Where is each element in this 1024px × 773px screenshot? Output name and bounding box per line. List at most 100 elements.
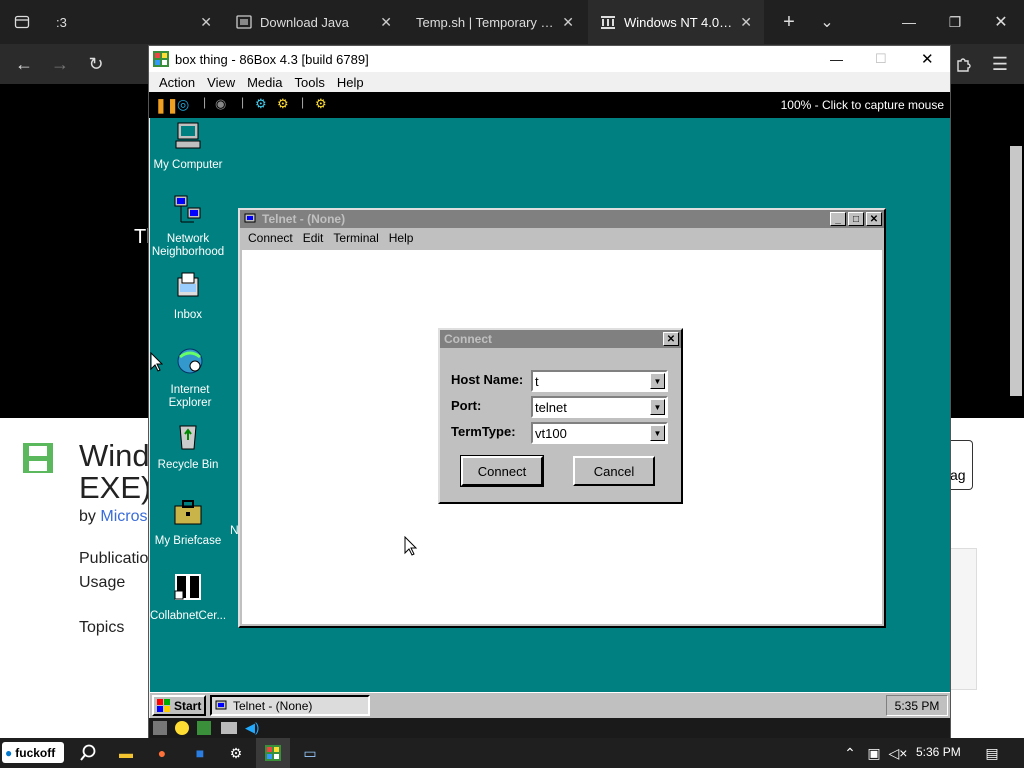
desktop-icon-my-briefcase[interactable]: My Briefcase [150, 496, 228, 548]
settings-button[interactable]: ⚙ [226, 743, 246, 763]
host-name-field[interactable]: t ▼ [531, 370, 668, 392]
tab-list-button[interactable]: ⌄ [804, 0, 850, 44]
tab-0[interactable]: :3 ✕ [44, 0, 224, 44]
arrow-right-icon: → [51, 53, 69, 74]
minimize-icon: _ [835, 213, 841, 225]
cdrom-drive-icon[interactable] [175, 721, 189, 735]
back-button[interactable]: ← [6, 44, 42, 84]
host-start-button[interactable]: ● fuckoff [2, 742, 64, 763]
termtype-field[interactable]: vt100 ▼ [531, 422, 668, 444]
machine-settings-icon[interactable]: ⚙ [315, 96, 327, 112]
emulator-maximize-button[interactable]: ☐ [875, 51, 887, 67]
telnet-menu-help[interactable]: Help [389, 231, 414, 245]
termtype-value: vt100 [535, 425, 567, 441]
flag-button[interactable]: ag [950, 440, 973, 490]
host-dropdown-button[interactable]: ▼ [650, 373, 665, 389]
desktop-icon-recycle-bin[interactable]: Recycle Bin [150, 420, 228, 472]
menu-action[interactable]: Action [159, 75, 195, 90]
menu-view[interactable]: View [207, 75, 235, 90]
network-tray-icon[interactable]: ▣ [864, 743, 884, 763]
connect-title: Connect [444, 332, 492, 346]
volume-tray-icon[interactable]: ◁× [888, 743, 908, 763]
port-field[interactable]: telnet ▼ [531, 396, 668, 418]
connect-button-label: Connect [477, 463, 527, 479]
icon-label: Recycle Bin [157, 459, 219, 471]
tab-0-close-icon[interactable]: ✕ [200, 14, 212, 31]
86box-task-button[interactable] [256, 738, 290, 768]
telnet-menu-connect[interactable]: Connect [248, 231, 293, 245]
settings-gear-icon[interactable]: ⚙ [255, 96, 267, 112]
emulated-screen[interactable]: My Computer Network Neighborhood Inbox I… [150, 118, 950, 718]
nt-start-label: Start [174, 698, 202, 713]
desktop-icon-collabnet[interactable]: CollabnetCer... [150, 571, 228, 623]
maximize-button[interactable]: ❐ [932, 0, 978, 44]
menu-button[interactable]: ☰ [982, 44, 1018, 84]
telnet-maximize-button[interactable]: □ [848, 212, 864, 226]
desktop-icon-network-neighborhood[interactable]: Network Neighborhood [150, 194, 228, 259]
reload-button[interactable]: ↻ [78, 44, 114, 84]
ctrl-alt-del-icon[interactable]: ◉ [215, 96, 226, 112]
emulator-title-bar: box thing - 86Box 4.3 [build 6789] — ☐ ✕ [149, 46, 950, 72]
minimize-button[interactable]: — [886, 0, 932, 44]
termtype-dropdown-button[interactable]: ▼ [650, 425, 665, 441]
emulator-close-button[interactable]: ✕ [921, 50, 934, 68]
menu-media[interactable]: Media [247, 75, 282, 90]
telnet-menu-edit[interactable]: Edit [303, 231, 324, 245]
firefox-icon: ● [157, 745, 167, 761]
nt-start-button[interactable]: Start [152, 695, 206, 716]
network-status-icon[interactable] [197, 721, 211, 735]
menu-tools[interactable]: Tools [295, 75, 325, 90]
desktop-icon-inbox[interactable]: Inbox [150, 270, 228, 322]
cancel-button[interactable]: Cancel [573, 456, 655, 486]
icon-label-line2: Explorer [168, 397, 212, 409]
port-dropdown-button[interactable]: ▼ [650, 399, 665, 415]
close-window-button[interactable]: ✕ [978, 0, 1024, 44]
search-button[interactable] [78, 743, 98, 763]
emulator-status-bar: ◀) [149, 718, 950, 740]
mouse-pointer-icon [404, 536, 418, 556]
connect-button[interactable]: Connect [460, 455, 544, 487]
file-explorer-button[interactable]: ▬ [116, 743, 136, 763]
sound-gear-icon[interactable]: ⚙ [277, 96, 289, 112]
notifications-button[interactable]: ▤ [982, 743, 1002, 763]
desktop-icon-my-computer[interactable]: My Computer [150, 120, 228, 172]
folder-icon: ▬ [119, 745, 133, 761]
outlook-button[interactable]: ■ [190, 743, 210, 763]
tab-2-close-icon[interactable]: ✕ [562, 14, 574, 31]
host-name-value: t [535, 373, 539, 389]
tab-1-close-icon[interactable]: ✕ [380, 14, 392, 31]
network-icon [174, 195, 201, 223]
connect-close-button[interactable]: ✕ [663, 332, 679, 346]
telnet-close-button[interactable]: ✕ [866, 212, 882, 226]
nt-taskbar: Start Telnet - (None) 5:35 PM [150, 692, 950, 718]
muted-speaker-icon: ◁× [888, 744, 908, 761]
java-page-icon [236, 15, 252, 29]
reset-icon[interactable]: ◎ [177, 96, 189, 113]
tab-1[interactable]: Download Java ✕ [224, 0, 404, 44]
forward-button[interactable]: → [42, 44, 78, 84]
tab-3-close-icon[interactable]: ✕ [740, 14, 752, 31]
remote-desktop-button[interactable]: ▭ [300, 743, 320, 763]
item-title-line2: EXE) [79, 470, 152, 505]
telnet-app-icon [215, 700, 227, 709]
hard-disk-icon[interactable] [221, 722, 237, 734]
page-scrollbar[interactable] [1010, 146, 1022, 396]
chevron-down-icon: ⌄ [820, 14, 834, 31]
nt-task-telnet[interactable]: Telnet - (None) [210, 695, 370, 716]
floppy-drive-icon[interactable] [153, 721, 167, 735]
pause-icon[interactable]: ❚❚ [155, 97, 178, 114]
emulator-status-text: 100% - Click to capture mouse [780, 98, 944, 112]
tab-3[interactable]: Windows NT 4.0 Servic ✕ [588, 0, 764, 44]
tab-actions-button[interactable] [0, 0, 44, 44]
icon-label: CollabnetCer... [150, 610, 227, 622]
extensions-button[interactable] [946, 44, 982, 84]
telnet-menu-terminal[interactable]: Terminal [333, 231, 378, 245]
tab-2[interactable]: Temp.sh | Temporary File Up ✕ [404, 0, 586, 44]
emulator-minimize-button[interactable]: — [830, 52, 843, 67]
tray-overflow-button[interactable]: ⌃ [840, 743, 860, 763]
telnet-minimize-button[interactable]: _ [830, 212, 846, 226]
sound-icon[interactable]: ◀) [245, 720, 259, 736]
hamburger-icon: ☰ [991, 53, 1009, 74]
menu-help[interactable]: Help [337, 75, 364, 90]
firefox-button[interactable]: ● [152, 743, 172, 763]
